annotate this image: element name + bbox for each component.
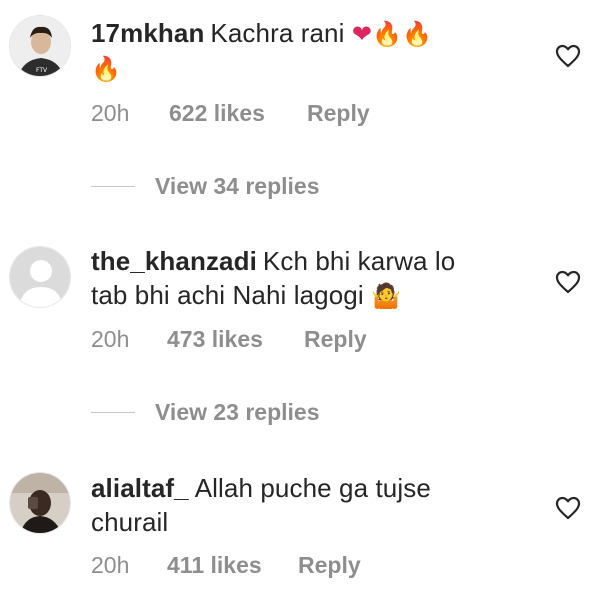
avatar[interactable] xyxy=(9,472,71,534)
comment-body-line2: churail xyxy=(91,507,169,537)
fire-emoji: 🔥 xyxy=(372,20,403,48)
heart-outline-icon xyxy=(555,44,581,68)
heart-emoji: ❤ xyxy=(351,20,373,48)
comment-text: 17mkhan Kachra rani ❤🔥🔥 🔥 xyxy=(91,16,531,86)
fire-emoji: 🔥 xyxy=(402,20,432,48)
comment-time: 20h xyxy=(91,100,130,126)
comment-body-line2: tab bhi achi Nahi lagogi xyxy=(91,280,364,310)
comment-username[interactable]: alialtaf_ xyxy=(91,473,189,503)
like-button[interactable] xyxy=(555,44,581,68)
comment-text: the_khanzadi Kch bhi karwa lo tab bhi ach… xyxy=(91,244,531,313)
comment-time: 20h xyxy=(91,552,130,578)
comment-body-line1: Allah puche ga tujse xyxy=(194,473,431,503)
comment-meta: 20h 622 likes Reply xyxy=(91,100,370,127)
comment-text: alialtaf_ Allah puche ga tujse churail xyxy=(91,471,531,539)
fire-emoji: 🔥 xyxy=(91,55,121,83)
likes-count[interactable]: 411 likes xyxy=(167,552,298,579)
like-button[interactable] xyxy=(555,270,581,294)
comment-username[interactable]: the_khanzadi xyxy=(91,246,257,276)
reply-button[interactable]: Reply xyxy=(307,100,370,127)
comment-body: Kachra rani xyxy=(210,18,345,48)
user-photo-avatar-icon: FTV xyxy=(10,16,70,76)
heart-outline-icon xyxy=(555,270,581,294)
view-replies-button[interactable]: View 23 replies xyxy=(91,397,320,427)
avatar[interactable] xyxy=(9,246,71,308)
shrug-emoji: 🤷 xyxy=(371,282,402,310)
heart-outline-icon xyxy=(555,496,581,520)
reply-button[interactable]: Reply xyxy=(304,326,367,353)
default-avatar-icon xyxy=(10,247,70,307)
divider-line xyxy=(91,411,135,413)
reply-button[interactable]: Reply xyxy=(298,552,361,579)
comment-username[interactable]: 17mkhan xyxy=(91,18,204,48)
like-button[interactable] xyxy=(555,496,581,520)
comment-meta: 20h 473 likes Reply xyxy=(91,326,367,353)
likes-count[interactable]: 473 likes xyxy=(167,326,304,353)
comment-meta: 20h 411 likes Reply xyxy=(91,552,361,579)
comment-time: 20h xyxy=(91,326,130,352)
likes-count[interactable]: 622 likes xyxy=(169,100,307,127)
comment-body-line1: Kch bhi karwa lo xyxy=(262,246,456,276)
view-replies-button[interactable]: View 34 replies xyxy=(91,171,320,201)
user-photo-avatar-icon xyxy=(10,473,70,533)
avatar[interactable]: FTV xyxy=(9,15,71,77)
svg-text:FTV: FTV xyxy=(36,67,48,74)
view-replies-label: View 23 replies xyxy=(155,398,320,425)
divider-line xyxy=(91,185,135,187)
view-replies-label: View 34 replies xyxy=(155,172,320,199)
